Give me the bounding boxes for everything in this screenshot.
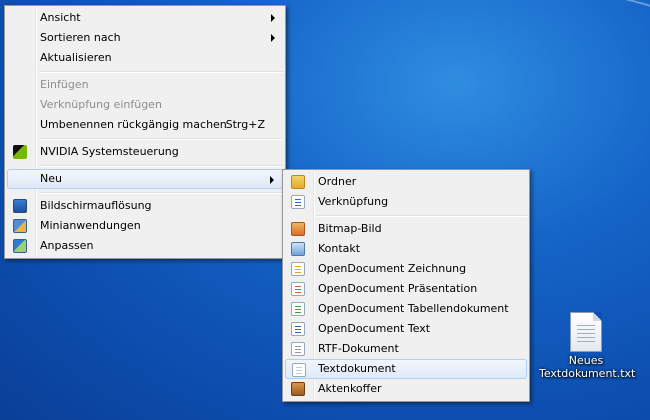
- menu-item-gadgets[interactable]: Minianwendungen: [7, 216, 283, 236]
- odg-icon: [291, 262, 305, 276]
- desktop-file-label-line1: Neues: [568, 354, 604, 367]
- submenu-item-label: OpenDocument Präsentation: [318, 282, 478, 295]
- submenu-item-rtf[interactable]: RTF-Dokument: [285, 339, 527, 359]
- menu-item-label: Sortieren nach: [40, 31, 121, 44]
- menu-item-paste-shortcut: Verknüpfung einfügen: [7, 95, 283, 115]
- submenu-item-label: Aktenkoffer: [318, 382, 382, 395]
- desktop-file-label-line2: Textdokument.txt: [539, 367, 636, 380]
- submenu-item-odp[interactable]: OpenDocument Präsentation: [285, 279, 527, 299]
- wallpaper-streak: [391, 0, 650, 150]
- submenu-item-contact[interactable]: Kontakt: [285, 239, 527, 259]
- menu-item-sort-by[interactable]: Sortieren nach: [7, 28, 283, 48]
- personalize-icon: [13, 239, 27, 253]
- submenu-item-label: Verknüpfung: [318, 195, 389, 208]
- submenu-item-label: OpenDocument Tabellendokument: [318, 302, 509, 315]
- desktop-context-menu: Ansicht Sortieren nach Aktualisieren Ein…: [4, 5, 286, 259]
- submenu-item-ods[interactable]: OpenDocument Tabellendokument: [285, 299, 527, 319]
- menu-item-paste: Einfügen: [7, 75, 283, 95]
- monitor-icon: [13, 199, 27, 213]
- submenu-item-bitmap[interactable]: Bitmap-Bild: [285, 219, 527, 239]
- menu-item-undo-rename[interactable]: Umbenennen rückgängig machen Strg+Z: [7, 115, 283, 135]
- menu-item-label: Ansicht: [40, 11, 81, 24]
- submenu-item-label: Ordner: [318, 175, 357, 188]
- text-file-icon: [570, 312, 602, 352]
- menu-item-personalize[interactable]: Anpassen: [7, 236, 283, 256]
- menu-separator: [37, 68, 283, 75]
- ods-icon: [291, 302, 305, 316]
- submenu-item-label: Bitmap-Bild: [318, 222, 382, 235]
- menu-item-label: Einfügen: [40, 78, 89, 91]
- wallpaper-streak: [463, 0, 650, 167]
- shortcut-icon: [291, 195, 305, 209]
- menu-separator: [37, 189, 283, 196]
- nvidia-icon: [13, 145, 27, 159]
- new-submenu: Ordner Verknüpfung Bitmap-Bild Kontakt O…: [282, 169, 530, 402]
- odp-icon: [291, 282, 305, 296]
- submenu-arrow-icon: [270, 176, 274, 184]
- rtf-icon: [291, 342, 305, 356]
- contact-icon: [291, 242, 305, 256]
- menu-item-label: Bildschirmauflösung: [40, 199, 152, 212]
- menu-item-shortcut: Strg+Z: [225, 118, 265, 131]
- menu-separator: [315, 212, 527, 219]
- submenu-item-odt[interactable]: OpenDocument Text: [285, 319, 527, 339]
- menu-item-label: Neu: [40, 172, 62, 185]
- submenu-item-text-document[interactable]: Textdokument: [285, 359, 527, 379]
- submenu-item-shortcut[interactable]: Verknüpfung: [285, 192, 527, 212]
- submenu-item-label: Textdokument: [318, 362, 396, 375]
- gadgets-icon: [13, 219, 27, 233]
- menu-item-view[interactable]: Ansicht: [7, 8, 283, 28]
- menu-separator: [37, 162, 283, 169]
- briefcase-icon: [291, 382, 305, 396]
- menu-item-new[interactable]: Neu: [7, 169, 283, 189]
- bitmap-icon: [291, 222, 305, 236]
- menu-item-label: Aktualisieren: [40, 51, 112, 64]
- menu-separator: [37, 135, 283, 142]
- text-document-icon: [292, 363, 306, 377]
- submenu-arrow-icon: [271, 34, 275, 42]
- submenu-item-label: RTF-Dokument: [318, 342, 399, 355]
- menu-item-label: Verknüpfung einfügen: [40, 98, 162, 111]
- submenu-item-briefcase[interactable]: Aktenkoffer: [285, 379, 527, 399]
- folder-icon: [291, 175, 305, 189]
- menu-item-screen-resolution[interactable]: Bildschirmauflösung: [7, 196, 283, 216]
- submenu-item-label: OpenDocument Text: [318, 322, 431, 335]
- menu-item-label: Umbenennen rückgängig machen: [40, 118, 227, 131]
- menu-item-nvidia-control-panel[interactable]: NVIDIA Systemsteuerung: [7, 142, 283, 162]
- submenu-item-odg[interactable]: OpenDocument Zeichnung: [285, 259, 527, 279]
- submenu-item-folder[interactable]: Ordner: [285, 172, 527, 192]
- menu-item-label: NVIDIA Systemsteuerung: [40, 145, 179, 158]
- menu-item-label: Minianwendungen: [40, 219, 141, 232]
- odt-icon: [291, 322, 305, 336]
- submenu-item-label: Kontakt: [318, 242, 361, 255]
- menu-item-refresh[interactable]: Aktualisieren: [7, 48, 283, 68]
- desktop-file-icon[interactable]: Neues Textdokument.txt: [539, 312, 636, 380]
- submenu-arrow-icon: [271, 14, 275, 22]
- submenu-item-label: OpenDocument Zeichnung: [318, 262, 467, 275]
- menu-item-label: Anpassen: [40, 239, 94, 252]
